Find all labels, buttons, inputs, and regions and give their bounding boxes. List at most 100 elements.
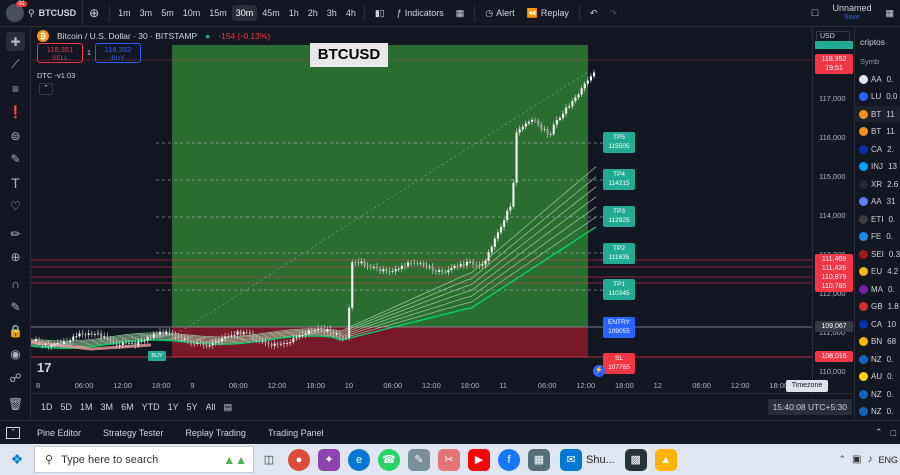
start-button[interactable]: ❖ bbox=[0, 451, 34, 468]
app-icon[interactable]: ▩ bbox=[625, 449, 647, 471]
magnet-tool[interactable]: ∩ bbox=[6, 274, 25, 293]
watchlist-row[interactable]: NZ 0. bbox=[855, 404, 900, 420]
watchlist-row[interactable]: FE 0. bbox=[855, 229, 900, 245]
indicators-button[interactable]: ƒ Indicators bbox=[391, 8, 450, 18]
undo-button[interactable]: ↶ bbox=[584, 8, 604, 19]
lock-tool[interactable]: 🔒 bbox=[6, 321, 25, 340]
redo-button[interactable]: ↷ bbox=[603, 8, 623, 19]
timeframe-30m[interactable]: 30m bbox=[232, 5, 258, 21]
watchlist-row[interactable]: CA 2. bbox=[855, 141, 900, 157]
buy-button[interactable]: 118,352 BUY bbox=[95, 43, 141, 63]
compare-button[interactable]: ⊕ bbox=[83, 6, 105, 20]
range-1d[interactable]: 1D bbox=[37, 402, 57, 412]
layout-button[interactable]: □ bbox=[806, 7, 825, 19]
timeframe-10m[interactable]: 10m bbox=[179, 5, 205, 21]
copilot-icon[interactable]: ✦ bbox=[318, 449, 340, 471]
trendline-tool[interactable]: ⟋ bbox=[6, 55, 25, 74]
chrome-icon[interactable]: ● bbox=[288, 449, 310, 471]
timeframe-5m[interactable]: 5m bbox=[157, 5, 178, 21]
maximize-panel-button[interactable]: □ bbox=[887, 428, 900, 438]
facebook-icon[interactable]: f bbox=[498, 449, 520, 471]
range-all[interactable]: All bbox=[202, 402, 220, 412]
watchlist-row[interactable]: AU 0. bbox=[855, 369, 900, 385]
tab-trading-panel[interactable]: Trading Panel bbox=[257, 428, 335, 438]
sell-button[interactable]: 118,351 SELL bbox=[37, 43, 83, 63]
text-tool[interactable]: T bbox=[6, 173, 25, 192]
range-3m[interactable]: 3M bbox=[97, 402, 118, 412]
timeframe-2h[interactable]: 2h bbox=[304, 5, 322, 21]
chart-type-button[interactable]: ▮▯ bbox=[369, 8, 391, 19]
lightning-icon[interactable]: ⚡ bbox=[593, 365, 605, 377]
language-indicator[interactable]: ENG bbox=[878, 455, 898, 465]
task-view-icon[interactable]: ◫ bbox=[258, 449, 280, 471]
forecast-tool[interactable]: ⊜ bbox=[6, 126, 25, 145]
lock-drawing-tool[interactable]: ✎ bbox=[6, 297, 25, 316]
watchlist-column-header[interactable]: Symb bbox=[860, 57, 879, 66]
chevron-up-icon[interactable]: ⌃ bbox=[838, 454, 846, 465]
pattern-tool[interactable]: ❗ bbox=[6, 102, 25, 121]
trash-tool[interactable]: 🗑 bbox=[6, 394, 25, 413]
network-icon[interactable]: ▣ bbox=[852, 454, 861, 465]
range-6m[interactable]: 6M bbox=[117, 402, 138, 412]
watchlist-row[interactable]: MA 0. bbox=[855, 281, 900, 297]
range-1m[interactable]: 1M bbox=[76, 402, 97, 412]
templates-button[interactable]: ▦ bbox=[450, 8, 471, 19]
taskbar-app-window[interactable]: ✉ Shu... bbox=[554, 449, 621, 471]
timeframe-45m[interactable]: 45m bbox=[258, 5, 284, 21]
watchlist-row[interactable]: BN 68 bbox=[855, 334, 900, 350]
calculator-icon[interactable]: ▦ bbox=[528, 449, 550, 471]
timeframe-1m[interactable]: 1m bbox=[114, 5, 135, 21]
edge-icon[interactable]: e bbox=[348, 449, 370, 471]
layout-grid-button[interactable]: ▦ bbox=[879, 8, 900, 19]
timeframe-15m[interactable]: 15m bbox=[205, 5, 231, 21]
symbol-search[interactable]: 31 ⚲ BTCUSD bbox=[0, 0, 83, 26]
fib-tool[interactable]: ≡ bbox=[6, 79, 25, 98]
chart-area[interactable]: 8 06:00 12:00 18:00 9 06:00 12:00 18:00 10 06:00 1… bbox=[31, 27, 812, 393]
taskbar-search[interactable]: ⚲ Type here to search ▲▲ bbox=[34, 446, 254, 473]
watchlist-row[interactable]: NZ 0. bbox=[855, 351, 900, 367]
tab-replay-trading[interactable]: Replay Trading bbox=[174, 428, 257, 438]
indicator-legend[interactable]: DTC -v1.03 bbox=[37, 71, 75, 80]
zoom-tool[interactable]: ⊕ bbox=[6, 247, 25, 266]
clock-display[interactable]: 15:40:08 UTC+5:30 bbox=[768, 399, 852, 415]
watchlist-row[interactable]: NZ 0. bbox=[855, 386, 900, 402]
watchlist-row[interactable]: BT 11 bbox=[855, 106, 900, 122]
collapse-legend-button[interactable]: ⌃ bbox=[39, 83, 53, 95]
watchlist-row[interactable]: XR 2.6 bbox=[855, 176, 900, 192]
avatar[interactable]: 31 bbox=[6, 4, 24, 22]
notes-icon[interactable]: ✎ bbox=[408, 449, 430, 471]
price-chart[interactable]: 8 06:00 12:00 18:00 9 06:00 12:00 18:00 10 06:00 1… bbox=[31, 27, 812, 393]
price-scale[interactable]: USD 118,352 19:51 117,000 116,000 115,000 1… bbox=[812, 27, 854, 393]
tab-strategy-tester[interactable]: Strategy Tester bbox=[92, 428, 174, 438]
snipping-icon[interactable]: ✂ bbox=[438, 449, 460, 471]
watchlist-row[interactable]: SEI 0.3 bbox=[855, 246, 900, 262]
timeframe-3m[interactable]: 3m bbox=[136, 5, 157, 21]
alert-button[interactable]: ◷ Alert bbox=[479, 8, 520, 19]
youtube-icon[interactable]: ▶ bbox=[468, 449, 490, 471]
tab-pine-editor[interactable]: Pine Editor bbox=[26, 428, 92, 438]
watchlist-title[interactable]: criptos bbox=[860, 37, 885, 47]
range-1y[interactable]: 1Y bbox=[164, 402, 183, 412]
watchlist-row[interactable]: CA 10 bbox=[855, 316, 900, 332]
watchlist-row[interactable]: AA 0. bbox=[855, 71, 900, 87]
replay-button[interactable]: ⏪ Replay bbox=[521, 8, 575, 19]
whatsapp-icon[interactable]: ☎ bbox=[378, 449, 400, 471]
layout-name[interactable]: Unnamed Save bbox=[824, 4, 879, 22]
timeframe-4h[interactable]: 4h bbox=[342, 5, 360, 21]
link-tool[interactable]: ☍ bbox=[6, 368, 25, 387]
heart-tool[interactable]: ♡ bbox=[6, 196, 25, 215]
watchlist-row[interactable]: ETI 0. bbox=[855, 211, 900, 227]
volume-icon[interactable]: ♪ bbox=[867, 454, 872, 465]
watchlist-row[interactable]: LU 0.0 bbox=[855, 89, 900, 105]
ruler-tool[interactable]: ✏ bbox=[6, 224, 25, 243]
brush-tool[interactable]: ✎ bbox=[6, 149, 25, 168]
tradingview-app-icon[interactable]: ▲ bbox=[655, 449, 677, 471]
watchlist-row[interactable]: BT 11 bbox=[855, 124, 900, 140]
range-ytd[interactable]: YTD bbox=[138, 402, 164, 412]
watchlist-row[interactable]: INJ 13 bbox=[855, 159, 900, 175]
range-5y[interactable]: 5Y bbox=[183, 402, 202, 412]
panel-toggle-button[interactable]: ⌃ bbox=[0, 426, 26, 439]
timeframe-3h[interactable]: 3h bbox=[323, 5, 341, 21]
crosshair-tool[interactable]: ✚ bbox=[6, 32, 25, 51]
watchlist-row[interactable]: GB 1.8 bbox=[855, 299, 900, 315]
